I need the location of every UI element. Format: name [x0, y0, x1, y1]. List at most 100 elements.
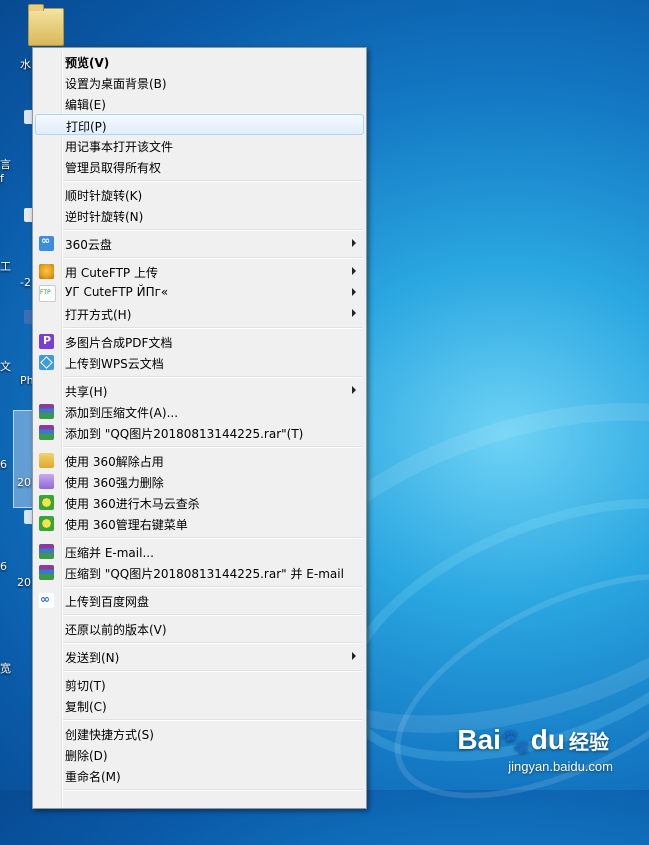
menu-item-label: 添加到压缩文件(A)... — [65, 406, 179, 420]
menu-item[interactable]: 管理员取得所有权 — [35, 156, 364, 177]
winrar-icon — [39, 404, 54, 419]
menu-item[interactable]: 使用 360解除占用 — [35, 450, 364, 471]
pdf-icon — [39, 334, 54, 349]
menu-item-label: 创建快捷方式(S) — [65, 728, 154, 742]
menu-item-label: 复制(C) — [65, 700, 107, 714]
menu-item[interactable]: 删除(D) — [35, 744, 364, 765]
menu-separator — [63, 537, 362, 539]
menu-separator — [63, 446, 362, 448]
menu-item-label: 用记事本打开该文件 — [65, 140, 174, 154]
menu-item-label: УГ CuteFTP ЙПг« — [65, 285, 169, 299]
menu-separator — [63, 229, 362, 231]
baidu-jingyan-watermark: Bai🐾du 经验 — [457, 724, 609, 755]
menu-separator — [63, 586, 362, 588]
menu-item-label: 管理员取得所有权 — [65, 161, 162, 175]
menu-item[interactable]: 使用 360进行木马云查杀 — [35, 492, 364, 513]
submenu-arrow-icon — [352, 309, 356, 317]
scan-360-icon — [39, 495, 54, 510]
desktop-item-label[interactable]: 宽 — [0, 660, 11, 676]
menu-item[interactable]: 用记事本打开该文件 — [35, 135, 364, 156]
desktop-item-label[interactable]: 6 — [0, 560, 7, 573]
menu-item[interactable]: 上传到百度网盘 — [35, 590, 364, 611]
desktop-folder-icon[interactable] — [28, 4, 64, 46]
menu-item-label: 打印(P) — [66, 120, 107, 134]
menu-item[interactable]: 设置为桌面背景(B) — [35, 72, 364, 93]
menu-item[interactable]: 创建快捷方式(S) — [35, 723, 364, 744]
menu-item[interactable]: 打印(P) — [35, 114, 364, 135]
menu-item[interactable]: 用 CuteFTP 上传 — [35, 261, 364, 282]
menu-item-label: 发送到(N) — [65, 651, 120, 665]
desktop-item-label[interactable]: 言 — [0, 156, 11, 172]
menu-item[interactable]: 逆时针旋转(N) — [35, 205, 364, 226]
menu-item[interactable]: 多图片合成PDF文档 — [35, 331, 364, 352]
menu-item[interactable]: 添加到 "QQ图片20180813144225.rar"(T) — [35, 422, 364, 443]
menu-item[interactable]: 重命名(M) — [35, 765, 364, 786]
menu-item[interactable]: УГ CuteFTP ЙПг« — [35, 282, 364, 303]
submenu-arrow-icon — [352, 652, 356, 660]
menu-item[interactable]: 复制(C) — [35, 695, 364, 716]
menu-item[interactable]: 顺时针旋转(K) — [35, 184, 364, 205]
menu-item[interactable]: 添加到压缩文件(A)... — [35, 401, 364, 422]
menu-item-label: 逆时针旋转(N) — [65, 210, 144, 224]
menu-separator — [63, 614, 362, 616]
menu-item[interactable]: 使用 360管理右键菜单 — [35, 513, 364, 534]
menu-item[interactable]: 编辑(E) — [35, 93, 364, 114]
menu-item-label: 360云盘 — [65, 238, 112, 252]
menu-item-label: 压缩到 "QQ图片20180813144225.rar" 并 E-mail — [65, 567, 344, 581]
unlock-360-icon — [39, 453, 54, 468]
submenu-arrow-icon — [352, 386, 356, 394]
desktop-item-label[interactable]: 工 — [0, 258, 11, 274]
menu-item-label: 上传到百度网盘 — [65, 595, 150, 609]
desktop-item-label[interactable]: 6 — [0, 458, 7, 471]
menu-separator — [63, 376, 362, 378]
menu-item-label: 打开方式(H) — [65, 308, 132, 322]
menu-item[interactable]: 发送到(N) — [35, 646, 364, 667]
menu-item[interactable]: 还原以前的版本(V) — [35, 618, 364, 639]
menu-item-label: 剪切(T) — [65, 679, 106, 693]
menu-item[interactable]: 360云盘 — [35, 233, 364, 254]
desktop-item-label[interactable]: 文 — [0, 358, 11, 374]
baidu-netdisk-icon — [39, 592, 54, 608]
menu-item-label: 使用 360解除占用 — [65, 455, 164, 469]
desktop-item-label[interactable]: -2 — [20, 276, 31, 289]
menu-item[interactable]: 压缩到 "QQ图片20180813144225.rar" 并 E-mail — [35, 562, 364, 583]
menu-separator — [63, 670, 362, 672]
menu-separator — [63, 257, 362, 259]
menu-item[interactable]: 上传到WPS云文档 — [35, 352, 364, 373]
menu-item-label: 设置为桌面背景(B) — [65, 77, 167, 91]
menu-item-label: 共享(H) — [65, 385, 108, 399]
menu-item[interactable]: 打开方式(H) — [35, 303, 364, 324]
winrar-icon — [39, 565, 54, 580]
submenu-arrow-icon — [352, 239, 356, 247]
desktop-item-label[interactable]: f — [0, 172, 4, 185]
menu-item-label: 还原以前的版本(V) — [65, 623, 167, 637]
wps-cloud-icon — [39, 355, 54, 370]
desktop-item-label[interactable]: 水 — [20, 56, 31, 72]
submenu-arrow-icon — [352, 288, 356, 296]
menu-item[interactable]: 共享(H) — [35, 380, 364, 401]
context-menu: 预览(V) 设置为桌面背景(B) 编辑(E) 打印(P) 用记事本打开该文件 管理员取得所… — [32, 47, 367, 809]
menu-item[interactable]: 压缩并 E-mail... — [35, 541, 364, 562]
menu-separator — [63, 789, 362, 791]
menu-item-label: 用 CuteFTP 上传 — [65, 266, 158, 280]
menu-item-label: 使用 360进行木马云查杀 — [65, 497, 200, 511]
winrar-icon — [39, 425, 54, 440]
menu-item[interactable]: 剪切(T) — [35, 674, 364, 695]
menu-item[interactable]: 使用 360强力删除 — [35, 471, 364, 492]
watermark-url: jingyan.baidu.com — [508, 759, 613, 774]
menu-item-label: 重命名(M) — [65, 770, 121, 784]
winrar-icon — [39, 544, 54, 559]
paw-icon: 🐾 — [500, 728, 531, 755]
menu-item-label: 顺时针旋转(K) — [65, 189, 143, 203]
wallpaper-streak — [361, 527, 649, 845]
menu-separator — [63, 180, 362, 182]
menu-item-label: 使用 360管理右键菜单 — [65, 518, 188, 532]
menu-item-label: 使用 360强力删除 — [65, 476, 164, 490]
menu-separator — [63, 327, 362, 329]
menu-item-label: 删除(D) — [65, 749, 108, 763]
menu-item-label: 预览(V) — [65, 56, 110, 70]
submenu-arrow-icon — [352, 267, 356, 275]
menu-item[interactable]: 预览(V) — [35, 51, 364, 72]
menu-item-label: 编辑(E) — [65, 98, 106, 112]
menu-manage-360-icon — [39, 516, 54, 531]
